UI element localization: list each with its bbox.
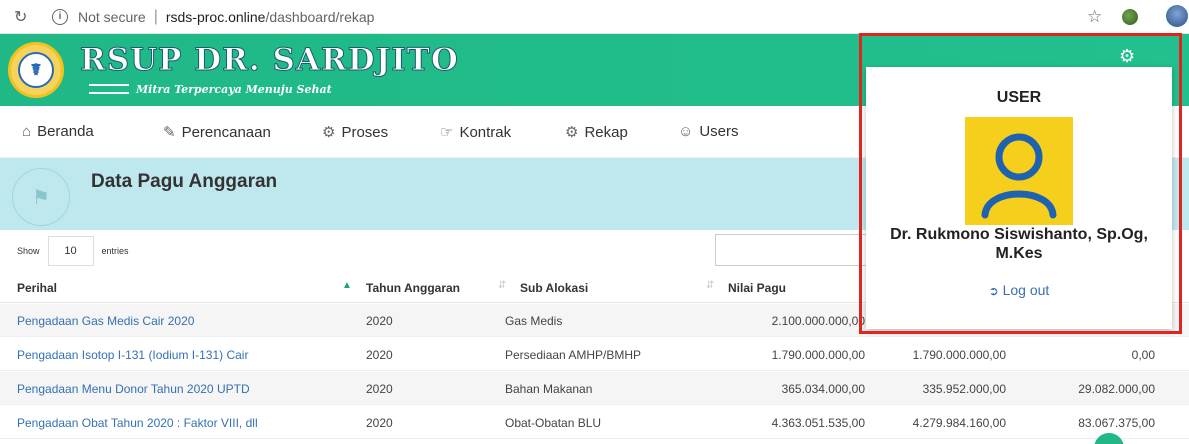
column-header-sub-alokasi[interactable]: Sub Alokasi xyxy=(520,281,588,295)
nav-item-kontrak[interactable]: ☞ Kontrak xyxy=(440,123,512,142)
sort-asc-icon[interactable]: ▲ xyxy=(342,280,352,291)
profile-avatar-icon[interactable] xyxy=(1166,5,1188,27)
security-label[interactable]: Not secure xyxy=(78,9,146,25)
entries-control: Show 10 entries xyxy=(17,236,129,266)
extension-icon[interactable] xyxy=(1122,9,1138,25)
cell-sub-alokasi: Obat-Obatan BLU xyxy=(505,416,602,430)
column-header-tahun[interactable]: Tahun Anggaran xyxy=(366,281,460,295)
nav-label: Kontrak xyxy=(459,123,512,141)
hospital-logo-icon[interactable]: ☤ xyxy=(8,42,64,98)
nav-item-beranda[interactable]: ⌂ Beranda xyxy=(22,123,94,140)
gear-icon: ⚙ xyxy=(322,124,336,141)
column-header-perihal[interactable]: Perihal xyxy=(17,281,57,295)
flag-icon: ⚑ xyxy=(12,168,70,226)
nav-item-users[interactable]: ☺ Users xyxy=(678,123,739,140)
cell-sub-alokasi: Persediaan AMHP/BMHP xyxy=(505,348,642,362)
brand-tagline: Mitra Terpercaya Menuju Sehat xyxy=(136,83,332,96)
table-row: Pengadaan Menu Donor Tahun 2020 UPTD 202… xyxy=(0,372,1189,405)
url-path[interactable]: /dashboard/rekap xyxy=(265,9,374,25)
cell-perihal[interactable]: Pengadaan Isotop I-131 (Iodium I-131) Ca… xyxy=(17,348,248,362)
browser-toolbar: ↻ i Not secure | rsds-proc.online/dashbo… xyxy=(0,0,1189,34)
home-icon: ⌂ xyxy=(22,123,32,140)
search-input[interactable] xyxy=(715,234,875,266)
nav-item-perencanaan[interactable]: ✎ Perencanaan xyxy=(163,123,271,142)
address-separator: | xyxy=(153,7,158,25)
users-icon: ☺ xyxy=(678,123,694,140)
nav-label: Proses xyxy=(341,123,389,141)
column-header-nilai-pagu[interactable]: Nilai Pagu xyxy=(728,281,786,295)
tagline-decoration xyxy=(89,84,129,94)
page-title: Data Pagu Anggaran xyxy=(91,171,278,192)
cell-sub-alokasi: Bahan Makanan xyxy=(505,382,593,396)
sort-icon[interactable]: ⇵ xyxy=(706,280,714,291)
cell-nilai-pagu: 365.034.000,00 xyxy=(781,382,865,396)
url-host[interactable]: rsds-proc.online xyxy=(166,9,266,25)
sort-icon[interactable]: ⇵ xyxy=(498,280,506,291)
cell-col6: 29.082.000,00 xyxy=(1078,382,1155,396)
cell-tahun: 2020 xyxy=(366,348,393,362)
cell-col5: 4.279.984.160,00 xyxy=(912,416,1006,430)
nav-label: Users xyxy=(699,123,739,140)
nav-item-proses[interactable]: ⚙ Proses xyxy=(322,123,389,142)
cell-col6: 0,00 xyxy=(1131,348,1155,362)
table-row: Pengadaan Isotop I-131 (Iodium I-131) Ca… xyxy=(0,338,1189,371)
cell-col6: 83.067.375,00 xyxy=(1078,416,1155,430)
cell-tahun: 2020 xyxy=(366,314,393,328)
cell-perihal[interactable]: Pengadaan Obat Tahun 2020 : Faktor VIII,… xyxy=(17,416,258,430)
handshake-icon: ☞ xyxy=(440,124,454,141)
nav-item-rekap[interactable]: ⚙ Rekap xyxy=(565,123,628,142)
cell-col5: 335.952.000,00 xyxy=(922,382,1006,396)
entries-select[interactable]: 10 xyxy=(47,236,94,266)
cell-tahun: 2020 xyxy=(366,382,393,396)
nav-label: Perencanaan xyxy=(181,123,271,141)
gear-icon: ⚙ xyxy=(565,124,579,141)
cell-nilai-pagu: 1.790.000.000,00 xyxy=(771,348,865,362)
show-label: Show xyxy=(17,246,40,256)
pencil-icon: ✎ xyxy=(163,124,176,141)
cell-sub-alokasi: Gas Medis xyxy=(505,314,563,328)
nav-label: Beranda xyxy=(37,123,94,140)
cell-tahun: 2020 xyxy=(366,416,393,430)
cell-nilai-pagu: 4.363.051.535,00 xyxy=(771,416,865,430)
brand-title[interactable]: RSUP DR. SARDJITO xyxy=(80,42,459,79)
info-icon[interactable]: i xyxy=(52,8,68,25)
app-root: ↻ i Not secure | rsds-proc.online/dashbo… xyxy=(0,0,1189,444)
entries-label: entries xyxy=(101,246,129,256)
cell-perihal[interactable]: Pengadaan Menu Donor Tahun 2020 UPTD xyxy=(17,382,250,396)
table-row: Pengadaan Obat Tahun 2020 : Faktor VIII,… xyxy=(0,406,1189,439)
highlight-frame xyxy=(859,33,1182,334)
cell-col5: 1.790.000.000,00 xyxy=(912,348,1006,362)
nav-label: Rekap xyxy=(584,123,628,141)
cell-nilai-pagu: 2.100.000.000,00 xyxy=(771,314,865,328)
reload-icon[interactable]: ↻ xyxy=(14,7,36,27)
cell-perihal[interactable]: Pengadaan Gas Medis Cair 2020 xyxy=(17,314,194,328)
bookmark-star-icon[interactable]: ☆ xyxy=(1087,7,1102,27)
